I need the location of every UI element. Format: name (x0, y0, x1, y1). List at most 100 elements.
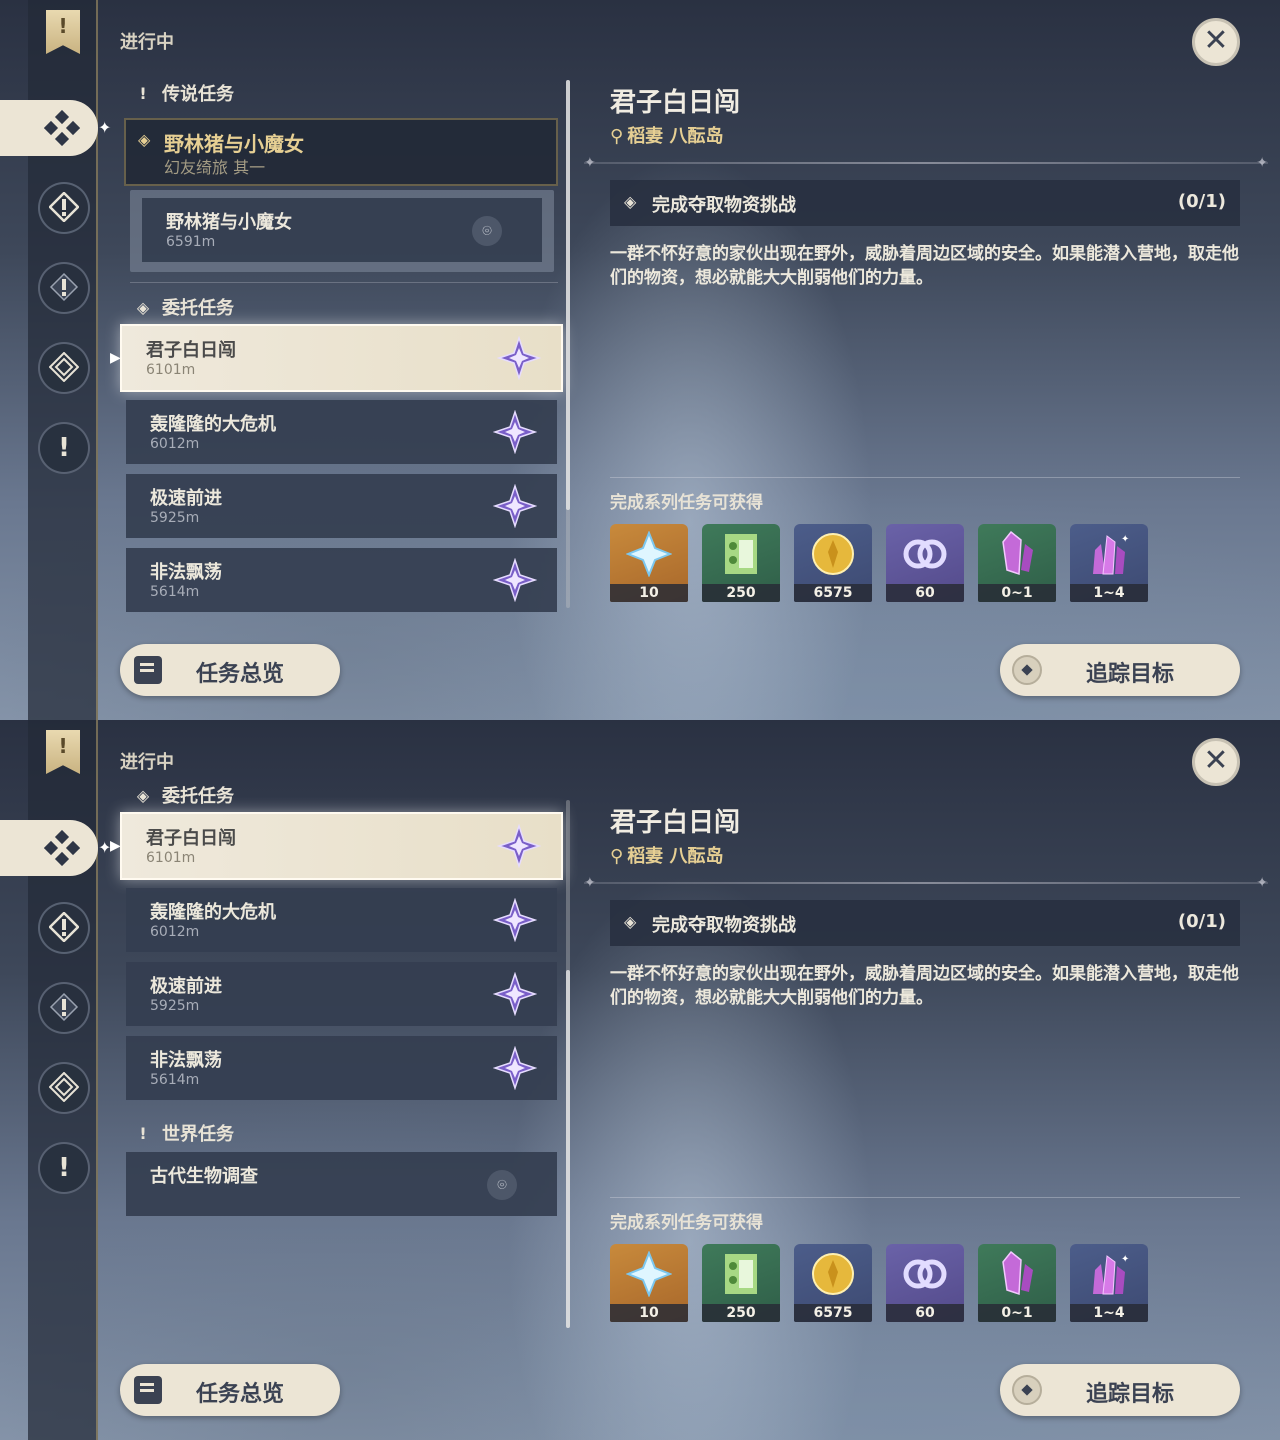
track-diamond-icon (1012, 1375, 1042, 1405)
track-target-button[interactable]: 追踪目标 (1000, 644, 1240, 696)
rail-tab-world[interactable] (38, 262, 90, 314)
rail-tab-event[interactable] (38, 342, 90, 394)
reward-count: 1~4 (1070, 1304, 1148, 1322)
reward-item[interactable]: 6575 (794, 1244, 872, 1322)
legend-quest-icon (48, 911, 80, 943)
location-pin-icon: ⚲ (610, 126, 624, 147)
quest-item[interactable]: 轰隆隆的大危机 6012m (126, 888, 557, 952)
reward-count: 1~4 (1070, 584, 1148, 602)
rail-tab-other[interactable]: ! (38, 1142, 90, 1194)
objective-text: 完成夺取物资挑战 (652, 915, 796, 936)
rail-tab-commission[interactable] (0, 820, 98, 876)
reward-item[interactable]: 60 (886, 1244, 964, 1322)
rewards-heading: 完成系列任务可获得 (610, 493, 763, 513)
reward-item[interactable]: 250 (702, 1244, 780, 1322)
primogem-icon (626, 1251, 672, 1297)
close-button[interactable]: ✕ (1192, 18, 1240, 66)
quest-distance: 6101m (146, 362, 196, 378)
quest-location: ⚲ 稻妻 八酝岛 (610, 842, 723, 868)
close-button[interactable]: ✕ (1192, 738, 1240, 786)
quest-location: ⚲ 稻妻 八酝岛 (610, 122, 723, 148)
reward-item[interactable]: 10 (610, 1244, 688, 1322)
reward-item[interactable]: ✦ 1~4 (1070, 524, 1148, 602)
reward-item[interactable]: 250 (702, 524, 780, 602)
alert-icon: ! (139, 1123, 147, 1143)
quest-name: 极速前进 (150, 488, 222, 509)
quest-item[interactable]: 极速前进 5925m (126, 962, 557, 1026)
rail-tab-other[interactable]: ! (38, 422, 90, 474)
commission-icon: ◈ (136, 297, 150, 317)
button-label: 任务总览 (196, 1382, 285, 1407)
adventure-exp-icon (725, 534, 757, 574)
reward-item[interactable]: 6575 (794, 524, 872, 602)
reward-count: 250 (702, 1304, 780, 1322)
quest-name: 非法飘荡 (150, 1050, 222, 1071)
quest-distance: 5614m (150, 584, 200, 600)
quest-item[interactable]: 极速前进 5925m (126, 474, 557, 538)
exclamation-icon: ! (58, 1153, 70, 1183)
reward-count: 0~1 (978, 1304, 1056, 1322)
reward-count: 10 (610, 1304, 688, 1322)
rail-tab-legend[interactable] (38, 182, 90, 234)
adventure-exp-icon (725, 1254, 757, 1294)
reward-item[interactable]: 0~1 (978, 1244, 1056, 1322)
commission-star-icon (493, 972, 537, 1016)
quest-overview-button[interactable]: 任务总览 (120, 1364, 340, 1416)
quest-description: 一群不怀好意的家伙出现在野外，威胁着周边区域的安全。如果能潜入营地，取走他们的物… (610, 964, 1239, 1008)
quest-item[interactable]: 非法飘荡 5614m (126, 548, 557, 612)
reward-count: 250 (702, 584, 780, 602)
quest-name: 古代生物调查 (150, 1166, 258, 1187)
location-pin-icon: ⚲ (610, 846, 624, 867)
reward-count: 60 (886, 1304, 964, 1322)
quest-name: 轰隆隆的大危机 (150, 902, 276, 923)
button-label: 任务总览 (196, 662, 285, 687)
track-target-button[interactable]: 追踪目标 (1000, 1364, 1240, 1416)
quest-distance: 5614m (150, 1072, 200, 1088)
quest-screen-1: ! ✦ ! 进行中 ! 传说任务 ◈ 野林猪与小魔女 幻友绮旅 其一 野林猪与小… (0, 0, 1280, 720)
companionship-exp-icon (903, 539, 947, 569)
rail-tab-event[interactable] (38, 1062, 90, 1114)
scrollbar-thumb[interactable] (566, 80, 570, 510)
rail-tab-legend[interactable] (38, 902, 90, 954)
list-scrollbar[interactable] (566, 800, 570, 1328)
mora-icon (812, 1253, 854, 1295)
quest-item[interactable]: 非法飘荡 5614m (126, 1036, 557, 1100)
quest-distance: 5925m (150, 510, 200, 526)
quest-item[interactable]: 轰隆隆的大危机 6012m (126, 400, 557, 464)
quest-item[interactable]: 君子白日闯 6101m (120, 812, 563, 880)
location-pin-icon[interactable]: ⌾ (472, 216, 502, 246)
commission-star-icon (493, 1046, 537, 1090)
commission-tab-icon (44, 830, 80, 866)
legend-quest-subtitle: 幻友绮旅 其一 (164, 158, 266, 177)
quest-distance: 6012m (150, 924, 200, 940)
purple-crystal-cluster-icon: ✦ (1093, 534, 1129, 575)
title-separator: ✦ ✦ (584, 155, 1268, 171)
notebook-icon (134, 656, 162, 684)
location-pin-icon[interactable]: ⌾ (487, 1170, 517, 1200)
objective-text: 完成夺取物资挑战 (652, 195, 796, 216)
rail-tab-world[interactable] (38, 982, 90, 1034)
quest-overview-button[interactable]: 任务总览 (120, 644, 340, 696)
rewards-row: 10 250 6575 60 0~1 ✦ 1~4 (610, 1244, 1148, 1322)
rail-tab-commission[interactable] (0, 100, 98, 156)
reward-item[interactable]: 60 (886, 524, 964, 602)
alert-icon: ! (139, 83, 147, 103)
commission-tab-icon (44, 110, 80, 146)
quest-name: 轰隆隆的大危机 (150, 414, 276, 435)
rewards-divider (610, 1197, 1240, 1198)
scrollbar-thumb[interactable] (566, 970, 570, 1328)
legend-subquest-card[interactable]: 野林猪与小魔女 6591m ⌾ (130, 190, 554, 272)
legend-quest-icon (48, 191, 80, 223)
reward-item[interactable]: 10 (610, 524, 688, 602)
list-heading: 进行中 (120, 32, 174, 53)
quest-item[interactable]: 古代生物调查 ⌾ (126, 1152, 557, 1216)
objective-count: (0/1) (1177, 191, 1226, 212)
quest-distance: 6012m (150, 436, 200, 452)
list-divider (130, 282, 558, 283)
quest-item[interactable]: 君子白日闯 6101m (120, 324, 563, 392)
reward-item[interactable]: 0~1 (978, 524, 1056, 602)
section-title: 传说任务 (162, 84, 234, 105)
list-scrollbar[interactable] (566, 80, 570, 608)
legend-quest-card[interactable]: ◈ 野林猪与小魔女 幻友绮旅 其一 (124, 118, 558, 186)
reward-item[interactable]: ✦ 1~4 (1070, 1244, 1148, 1322)
